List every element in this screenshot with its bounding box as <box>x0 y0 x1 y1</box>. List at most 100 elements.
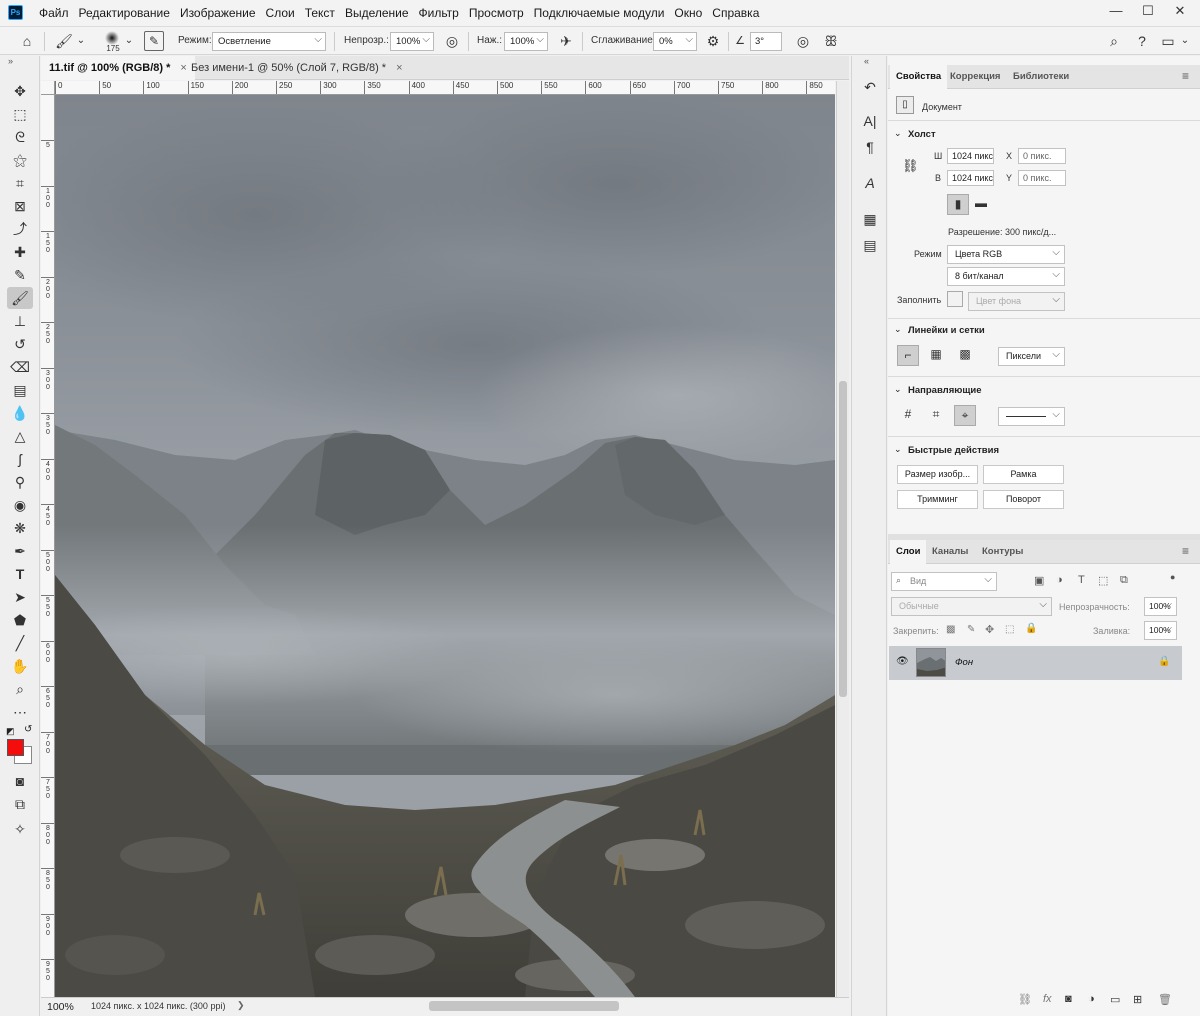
grid-icon[interactable]: ▦ <box>925 345 947 366</box>
link-layers-icon[interactable]: ⛓ <box>1018 993 1032 1006</box>
panel-menu-icon[interactable]: ≡ <box>1182 69 1189 83</box>
fx-icon[interactable]: fx <box>1043 993 1052 1005</box>
lasso-tool-icon[interactable]: ᘓ <box>7 126 33 148</box>
expand-icon[interactable]: « <box>864 56 869 66</box>
fill-color-swatch[interactable] <box>947 291 963 307</box>
x-field[interactable]: 0 пикс. <box>1018 148 1066 164</box>
y-field[interactable]: 0 пикс. <box>1018 170 1066 186</box>
hand-tool-icon[interactable]: ✋ <box>7 655 33 677</box>
symmetry-icon[interactable]: ꕥ <box>821 32 841 50</box>
search-icon[interactable]: ⌕ <box>1104 32 1124 50</box>
lock-guides-icon[interactable]: ⌗ <box>925 405 947 426</box>
layer-opacity-input[interactable]: 100% <box>1144 596 1177 616</box>
opacity-input[interactable]: 100% <box>390 31 434 51</box>
gear-icon[interactable]: ⚙ <box>703 32 723 50</box>
marquee-tool-icon[interactable]: ⬚ <box>7 103 33 125</box>
units-select[interactable]: Пиксели <box>998 346 1065 366</box>
horizontal-ruler[interactable]: 0 50 100 150 200 250 300 350 400 450 500 550 600 650 7… <box>55 81 835 95</box>
link-icon[interactable]: ⛓ <box>902 158 919 174</box>
menu-file[interactable]: Файл <box>34 0 74 27</box>
pressure-input[interactable]: 100% <box>504 31 548 51</box>
pen-tool-icon[interactable]: ✒ <box>7 540 33 562</box>
gradient-tool-icon[interactable]: ▤ <box>7 379 33 401</box>
color-mode-select[interactable]: Цвета RGB <box>947 244 1065 264</box>
adjustment-layer-icon[interactable]: ◑ <box>1088 993 1095 1005</box>
menu-filter[interactable]: Фильтр <box>414 0 464 27</box>
lock-all-icon[interactable]: 🔒 <box>1025 623 1037 634</box>
filter-smart-object-icon[interactable]: ⧉ <box>1120 574 1128 587</box>
layer-filter-select[interactable]: Вид <box>891 571 997 591</box>
lock-image-icon[interactable]: ✎ <box>967 624 975 635</box>
panel-menu-icon[interactable]: ≡ <box>1182 544 1189 558</box>
healing-brush-tool-icon[interactable]: ✎ <box>7 264 33 286</box>
smoothing-input[interactable]: 0% <box>653 31 697 51</box>
zoom-level[interactable]: 100% <box>47 1001 74 1013</box>
chevron-down-icon[interactable]: ⌄ <box>76 32 86 50</box>
menu-select[interactable]: Выделение <box>340 0 414 27</box>
lock-position-icon[interactable]: ✥ <box>985 623 994 636</box>
tab-untitled-1[interactable]: Без имени-1 @ 50% (Слой 7, RGB/8) * × <box>183 56 411 80</box>
filter-shape-icon[interactable]: ⬚ <box>1098 574 1108 587</box>
filter-pixel-icon[interactable]: ▣ <box>1034 574 1044 587</box>
new-group-icon[interactable]: ▭ <box>1110 993 1120 1006</box>
tab-adjustments[interactable]: Коррекция <box>944 65 1006 89</box>
vertical-scroll-thumb[interactable] <box>839 381 847 697</box>
angle-input[interactable]: 3° <box>750 32 782 51</box>
type-tool-icon[interactable]: T <box>7 563 33 585</box>
dodge-tool-icon[interactable]: ⚲ <box>7 471 33 493</box>
mode-select[interactable]: Осветление <box>212 31 326 51</box>
chevron-down-icon[interactable]: ⌄ <box>894 444 902 455</box>
portrait-orientation-icon[interactable]: ▮ <box>947 194 969 215</box>
chevron-down-icon[interactable]: ⌄ <box>894 128 902 139</box>
more-tools-icon[interactable]: ⋯ <box>7 701 33 723</box>
clone-stamp-tool-icon[interactable]: ⊥ <box>7 310 33 332</box>
menu-view[interactable]: Просмотр <box>464 0 529 27</box>
chevron-down-icon[interactable]: ⌄ <box>894 324 902 335</box>
lock-transparent-icon[interactable]: ▩ <box>946 624 955 635</box>
paragraph-icon[interactable]: ¶ <box>861 138 879 156</box>
menu-edit[interactable]: Редактирование <box>74 0 175 27</box>
eyedropper-tool-icon[interactable]: ⤴ <box>7 218 33 240</box>
screen-mode-icon[interactable]: ⧉ <box>7 793 33 815</box>
canvas-size-button[interactable]: Рамка <box>983 465 1064 484</box>
guide-style-select[interactable] <box>998 406 1065 426</box>
brush-tool-preset-icon[interactable]: 🖌 <box>54 32 74 50</box>
move-tool-icon[interactable]: ✥ <box>7 80 33 102</box>
character-icon[interactable]: A| <box>861 112 879 130</box>
document-canvas[interactable] <box>55 95 835 997</box>
smart-guides-icon[interactable]: ⌖ <box>954 405 976 426</box>
eye-icon[interactable]: 👁 <box>896 656 909 667</box>
zoom-tool-icon[interactable]: ⌕ <box>7 678 33 700</box>
collapse-icon[interactable]: » <box>8 56 13 66</box>
fill-select[interactable]: Цвет фона <box>968 291 1065 311</box>
guides-icon[interactable]: # <box>897 405 919 426</box>
workspace-icon[interactable]: ▭ <box>1158 32 1178 50</box>
shape-tool-icon[interactable]: ⬟ <box>7 609 33 631</box>
image-size-button[interactable]: Размер изобр... <box>897 465 978 484</box>
line-tool-icon[interactable]: ╱ <box>7 632 33 654</box>
filter-type-icon[interactable]: T <box>1078 574 1085 586</box>
chevron-down-icon[interactable]: ⌄ <box>1180 32 1190 50</box>
blend-mode-select[interactable]: Обычные <box>891 596 1052 616</box>
filter-adjustment-icon[interactable]: ◑ <box>1056 574 1063 586</box>
burn-tool-icon[interactable]: ◉ <box>7 494 33 516</box>
close-icon[interactable]: × <box>396 62 402 74</box>
pixel-grid-icon[interactable]: ▩ <box>954 345 976 366</box>
add-mask-icon[interactable]: ◙ <box>1065 993 1072 1005</box>
minimize-button[interactable]: — <box>1100 0 1132 24</box>
menu-layers[interactable]: Слои <box>261 0 300 27</box>
fill-opacity-input[interactable]: 100% <box>1144 620 1177 640</box>
menu-plugins[interactable]: Подключаемые модули <box>529 0 670 27</box>
airbrush-icon[interactable]: ✈ <box>556 32 576 50</box>
lock-artboard-icon[interactable]: ⬚ <box>1005 624 1014 635</box>
sponge-tool-icon[interactable]: ❋ <box>7 517 33 539</box>
tab-properties[interactable]: Свойства <box>890 65 948 89</box>
tab-layers[interactable]: Слои <box>890 540 927 564</box>
pressure-opacity-icon[interactable]: ◎ <box>442 32 462 50</box>
trash-icon[interactable]: 🗑 <box>1158 993 1172 1006</box>
menu-type[interactable]: Текст <box>300 0 340 27</box>
layer-row[interactable]: 👁 Фон 🔒 <box>889 646 1182 680</box>
smudge-tool-icon[interactable]: ʃ <box>7 448 33 470</box>
tab-libraries[interactable]: Библиотеки <box>1007 65 1075 89</box>
brush-tool-icon[interactable]: 🖌 <box>7 287 33 309</box>
